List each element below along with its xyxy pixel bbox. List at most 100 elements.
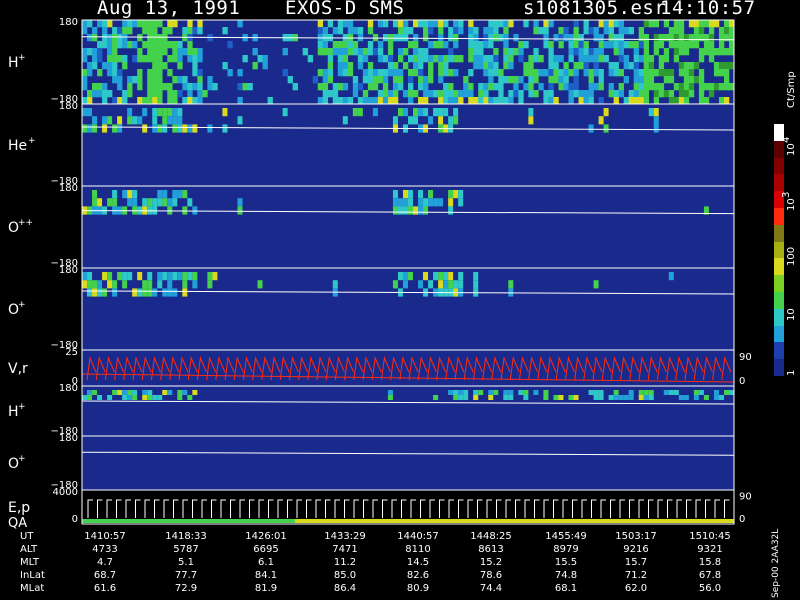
heat-cell: [197, 83, 203, 91]
heat-cell: [468, 90, 474, 98]
heat-cell: [392, 280, 398, 289]
heat-cell: [633, 69, 640, 77]
heat-cell: [698, 69, 705, 77]
heat-cell: [132, 76, 138, 84]
heat-cell: [397, 108, 403, 117]
heat-cell: [87, 34, 93, 42]
heat-cell: [107, 90, 113, 98]
heat-cell: [382, 83, 389, 91]
heat-cell: [613, 90, 619, 98]
energy-background: [82, 490, 734, 524]
heat-cell: [653, 97, 660, 105]
heat-cell: [723, 69, 730, 77]
heat-cell: [573, 69, 579, 77]
heat-cell: [187, 124, 193, 133]
heat-cell: [528, 76, 534, 84]
heat-cell: [317, 69, 324, 77]
heat-cell: [207, 124, 213, 133]
heat-cell: [513, 76, 519, 84]
heat-cell: [167, 116, 173, 125]
heat-cell: [107, 20, 113, 28]
heat-cell: [438, 41, 444, 49]
heat-cell: [408, 90, 414, 98]
heat-cell: [408, 69, 414, 77]
heat-cell: [668, 90, 675, 98]
heat-cell: [107, 198, 113, 207]
heat-cell: [392, 76, 399, 84]
heat-cell: [192, 280, 198, 289]
heat-cell: [122, 190, 128, 199]
heat-cell: [648, 69, 655, 77]
heat-cell: [423, 206, 429, 215]
heat-cell: [172, 48, 178, 56]
heat-cell: [608, 20, 614, 28]
y-max-tick: 4000: [53, 487, 78, 498]
heat-cell: [92, 198, 98, 207]
heat-cell: [508, 97, 514, 105]
heat-cell: [453, 34, 459, 42]
heat-cell: [357, 62, 364, 70]
heat-cell: [177, 395, 183, 400]
heat-cell: [162, 48, 168, 56]
heat-cell: [483, 83, 489, 91]
heat-cell: [453, 20, 459, 28]
heat-cell: [588, 124, 594, 133]
heat-cell: [122, 395, 128, 400]
heat-cell: [142, 20, 148, 28]
heat-cell: [87, 108, 93, 117]
heat-cell: [638, 97, 645, 105]
heat-cell: [633, 62, 640, 70]
heat-cell: [533, 76, 539, 84]
heat-cell: [443, 62, 449, 70]
heat-cell: [92, 288, 98, 297]
axis-value: 5.1: [178, 557, 194, 568]
heat-cell: [177, 41, 183, 49]
heat-cell: [192, 97, 198, 105]
heat-cell: [97, 69, 103, 77]
heat-cell: [598, 48, 604, 56]
heat-cell: [92, 83, 98, 91]
heat-cell: [167, 90, 173, 98]
panel-label: H: [8, 404, 19, 420]
heat-cell: [583, 41, 589, 49]
heat-cell: [493, 69, 499, 77]
heat-cell: [573, 83, 579, 91]
heat-cell: [157, 76, 163, 84]
heat-cell: [608, 90, 614, 98]
heat-cell: [608, 34, 614, 42]
heat-cell: [342, 83, 349, 91]
heat-cell: [703, 34, 710, 42]
heat-cell: [397, 83, 404, 91]
heat-cell: [448, 83, 454, 91]
heat-cell: [182, 190, 188, 199]
heat-cell: [643, 83, 650, 91]
heat-cell: [112, 27, 118, 35]
heat-cell: [638, 395, 644, 400]
axis-value: 56.0: [698, 583, 722, 594]
heat-cell: [127, 116, 133, 125]
heat-cell: [623, 55, 629, 63]
heat-cell: [558, 76, 564, 84]
heat-cell: [397, 20, 404, 28]
heat-cell: [503, 27, 509, 35]
heat-cell: [102, 20, 108, 28]
heat-cell: [262, 55, 268, 63]
heat-cell: [448, 48, 454, 56]
heat-cell: [568, 83, 574, 91]
heat-cell: [137, 20, 143, 28]
heat-cell: [337, 97, 344, 105]
heat-cell: [518, 41, 524, 49]
heat-cell: [192, 48, 198, 56]
heat-cell: [613, 69, 619, 77]
heat-cell: [197, 76, 203, 84]
panel-label: V,r: [8, 361, 28, 377]
heat-cell: [473, 97, 479, 105]
heat-cell: [167, 390, 173, 395]
heat-cell: [367, 27, 374, 35]
heat-cell: [478, 83, 484, 91]
heat-cell: [82, 48, 88, 56]
heat-cell: [593, 34, 599, 42]
heat-cell: [713, 83, 720, 91]
heat-cell: [342, 55, 349, 63]
heat-cell: [478, 90, 484, 98]
